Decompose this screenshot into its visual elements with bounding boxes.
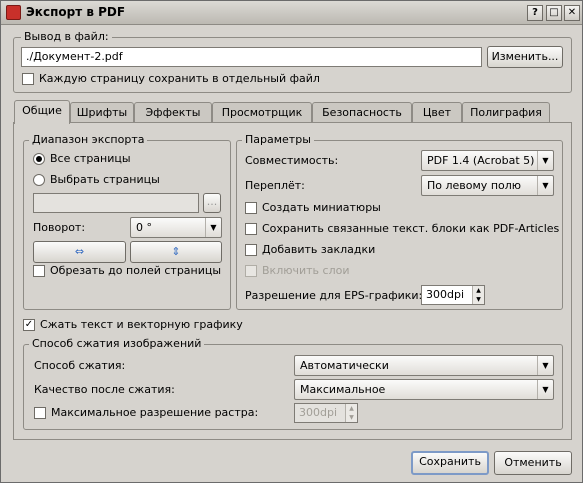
eps-resolution-label: Разрешение для EPS-графики: bbox=[245, 289, 423, 302]
max-resolution-spinbox[interactable]: 300dpi ▲ ▼ bbox=[294, 403, 358, 423]
layers-checkbox[interactable] bbox=[245, 265, 257, 277]
spin-arrows-icon[interactable]: ▲ ▼ bbox=[472, 286, 484, 304]
params-title: Параметры bbox=[242, 133, 314, 146]
app-icon bbox=[6, 5, 21, 20]
quality-value: Максимальное bbox=[300, 383, 386, 396]
export-range-title: Диапазон экспорта bbox=[29, 133, 148, 146]
thumbnails-checkbox[interactable] bbox=[245, 202, 257, 214]
rotation-label: Поворот: bbox=[33, 221, 86, 234]
all-pages-radio[interactable] bbox=[33, 153, 45, 165]
tab-fonts[interactable]: Шрифты bbox=[70, 102, 134, 123]
compat-label: Совместимость: bbox=[245, 154, 339, 167]
max-resolution-value: 300dpi bbox=[299, 406, 338, 419]
compress-text-checkbox[interactable]: ✓ bbox=[23, 319, 35, 331]
layers-label: Включить слои bbox=[262, 264, 350, 277]
image-compression-title: Способ сжатия изображений bbox=[29, 337, 205, 350]
window-title: Экспорт в PDF bbox=[26, 5, 126, 19]
chevron-down-icon: ▼ bbox=[537, 176, 553, 195]
tab-general[interactable]: Общие bbox=[14, 100, 70, 124]
binding-value: По левому полю bbox=[427, 179, 522, 192]
max-resolution-checkbox[interactable] bbox=[34, 407, 46, 419]
tab-color[interactable]: Цвет bbox=[412, 102, 462, 123]
rotation-value: 0 ° bbox=[136, 221, 152, 234]
thumbnails-label: Создать миниатюры bbox=[262, 201, 381, 214]
title-bar[interactable]: Экспорт в PDF ? □ ✕ bbox=[1, 1, 582, 25]
spin-arrows-icon[interactable]: ▲ ▼ bbox=[345, 404, 357, 422]
compression-method-select[interactable]: Автоматически ▼ bbox=[294, 355, 554, 376]
chevron-down-icon: ▼ bbox=[537, 151, 553, 170]
flip-horizontal-icon: ⇔ bbox=[74, 245, 85, 258]
close-button[interactable]: ✕ bbox=[564, 5, 580, 21]
export-pdf-dialog: Экспорт в PDF ? □ ✕ Вывод в файл: ./Доку… bbox=[0, 0, 583, 483]
compat-value: PDF 1.4 (Acrobat 5) bbox=[427, 154, 535, 167]
pages-input[interactable] bbox=[33, 193, 199, 213]
output-file-input[interactable]: ./Документ-2.pdf bbox=[21, 47, 482, 67]
eps-resolution-spinbox[interactable]: 300dpi ▲ ▼ bbox=[421, 285, 485, 305]
articles-label: Сохранить связанные текст. блоки как PDF… bbox=[262, 222, 560, 235]
eps-resolution-value: 300dpi bbox=[426, 288, 465, 301]
articles-checkbox[interactable] bbox=[245, 223, 257, 235]
binding-label: Переплёт: bbox=[245, 179, 305, 192]
tab-effects[interactable]: Эффекты bbox=[134, 102, 212, 123]
compress-text-label: Сжать текст и векторную графику bbox=[40, 318, 243, 331]
flip-horizontal-button[interactable]: ⇔ bbox=[33, 241, 126, 263]
chevron-down-icon: ▼ bbox=[537, 380, 553, 399]
change-file-button[interactable]: Изменить... bbox=[487, 46, 563, 68]
save-button[interactable]: Сохранить bbox=[411, 451, 489, 475]
compat-select[interactable]: PDF 1.4 (Acrobat 5) ▼ bbox=[421, 150, 554, 171]
compression-method-label: Способ сжатия: bbox=[34, 359, 126, 372]
maximize-button[interactable]: □ bbox=[546, 5, 562, 21]
bookmarks-checkbox[interactable] bbox=[245, 244, 257, 256]
chevron-down-icon: ▼ bbox=[537, 356, 553, 375]
binding-select[interactable]: По левому полю ▼ bbox=[421, 175, 554, 196]
all-pages-label: Все страницы bbox=[50, 152, 131, 165]
choose-pages-label: Выбрать страницы bbox=[50, 173, 160, 186]
tab-security[interactable]: Безопасность bbox=[312, 102, 412, 123]
separate-files-checkbox[interactable] bbox=[22, 73, 34, 85]
separate-files-label: Каждую страницу сохранить в отдельный фа… bbox=[39, 72, 320, 85]
tab-viewer[interactable]: Просмотрщик bbox=[212, 102, 312, 123]
compression-method-value: Автоматически bbox=[300, 359, 389, 372]
output-group-title: Вывод в файл: bbox=[21, 30, 112, 43]
pages-picker-button[interactable]: ... bbox=[203, 193, 221, 213]
flip-vertical-button[interactable]: ⇕ bbox=[130, 241, 222, 263]
rotation-select[interactable]: 0 ° ▼ bbox=[130, 217, 222, 238]
cancel-button[interactable]: Отменить bbox=[494, 451, 572, 475]
max-resolution-label: Максимальное разрешение растра: bbox=[51, 406, 259, 419]
quality-select[interactable]: Максимальное ▼ bbox=[294, 379, 554, 400]
crop-checkbox[interactable] bbox=[33, 265, 45, 277]
help-button[interactable]: ? bbox=[527, 5, 543, 21]
crop-label: Обрезать до полей страницы bbox=[50, 264, 222, 277]
quality-label: Качество после сжатия: bbox=[34, 383, 175, 396]
tab-prepress[interactable]: Полиграфия bbox=[462, 102, 550, 123]
choose-pages-radio[interactable] bbox=[33, 174, 45, 186]
bookmarks-label: Добавить закладки bbox=[262, 243, 376, 256]
chevron-down-icon: ▼ bbox=[205, 218, 221, 237]
flip-vertical-icon: ⇕ bbox=[171, 245, 181, 258]
